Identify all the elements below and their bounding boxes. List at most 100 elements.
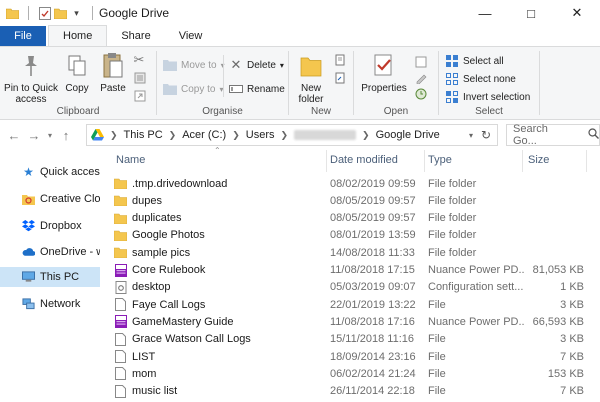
file-size: 1 KB [560,281,584,294]
tab-file[interactable]: File [0,26,46,46]
file-row[interactable]: Faye Call Logs 22/01/2019 13:22 File 3 KB [104,296,600,313]
address-bar[interactable]: ❯ This PC ❯ Acer (C:) ❯ Users ❯ ❯ Google… [86,124,498,146]
file-size: 7 KB [560,350,584,363]
breadcrumb-users[interactable]: Users [246,129,275,141]
paste-icon [102,51,124,81]
file-size [524,227,584,244]
file-row[interactable]: Core Rulebook 11/08/2018 17:15 Nuance Powe… [104,262,600,279]
tab-home[interactable]: Home [48,25,108,46]
file-name: .tmp.drivedownload [132,177,228,190]
column-header-date-modified[interactable]: Date modified [330,150,424,170]
close-button[interactable]: ✕ [554,0,600,26]
paste-button[interactable]: Paste [98,51,128,94]
file-name-cell: desktop [114,279,324,296]
file-type: File folder [428,229,477,242]
file-row[interactable]: GameMastery Guide 11/08/2018 17:16 Nuance … [104,313,600,330]
nav-item-quick-access[interactable]: ★ Quick access [0,162,100,182]
open-dropdown-icon[interactable] [414,55,428,69]
copy-to-button[interactable]: Copy to ▾ [163,81,223,97]
properties-quick-icon[interactable] [38,6,51,20]
creative-cloud-icon [22,193,35,206]
file-row[interactable]: sample pics 14/08/2018 11:33 File folder [104,244,600,261]
maximize-button[interactable]: □ [508,0,554,26]
file-row[interactable]: desktop 05/03/2019 09:07 Configuration set… [104,279,600,296]
file-date: 14/08/2018 11:33 [330,246,415,259]
breadcrumb-username-redacted[interactable] [294,130,357,140]
dropbox-icon [22,220,35,233]
move-to-button[interactable]: Move to ▾ [163,57,225,73]
new-folder-button[interactable]: New folder [293,51,329,105]
file-row[interactable]: mom 06/02/2014 21:24 File 153 KB [104,365,600,382]
customize-dropdown-icon[interactable]: ▾ [70,7,83,20]
properties-icon [373,51,395,81]
file-name: Google Photos [132,229,205,242]
nav-item-this-pc[interactable]: This PC [0,267,100,287]
address-dropdown-icon[interactable]: ▾ [469,131,473,140]
file-date: 18/09/2014 23:16 [330,350,416,363]
file-date: 11/08/2018 17:16 [330,315,415,328]
delete-button[interactable]: ✕ Delete ▾ [229,57,284,73]
minimize-button[interactable]: — [462,0,508,26]
column-header-size[interactable]: Size [528,150,588,170]
file-row[interactable]: music list 26/11/2014 22:18 File 7 KB [104,383,600,400]
nav-item-network[interactable]: Network [0,294,100,314]
nav-item-dropbox[interactable]: Dropbox [0,216,100,236]
new-folder-quick-icon[interactable] [54,7,67,20]
paste-shortcut-icon[interactable] [133,89,147,103]
column-header-type[interactable]: Type [428,150,524,170]
file-name: Core Rulebook [132,264,206,276]
file-size [524,192,584,209]
breadcrumb-google-drive[interactable]: Google Drive [376,129,440,141]
nav-item-creative-cloud[interactable]: Creative Cloud [0,189,100,209]
file-name-cell: Grace Watson Call Logs [114,331,324,348]
cut-icon[interactable]: ✂ [132,52,146,67]
file-size [524,210,584,227]
search-box[interactable]: Search Go... [506,123,600,147]
folder-icon [114,246,127,259]
pdf-icon [114,263,127,277]
edit-icon[interactable] [414,71,428,85]
up-button[interactable]: ↑ [56,128,76,143]
invert-selection-button[interactable]: Invert selection [445,89,530,105]
folder-icon [114,177,127,190]
file-row[interactable]: Grace Watson Call Logs 15/11/2018 11:16 Fi… [104,331,600,348]
window-controls: — □ ✕ [462,0,600,26]
tab-share[interactable]: Share [107,26,164,46]
new-item-icon[interactable] [333,53,347,67]
file-row[interactable]: Google Photos 08/01/2019 13:59 File folder [104,227,600,244]
easy-access-icon[interactable] [333,71,347,85]
copy-path-icon[interactable] [133,71,147,85]
file-type: File folder [428,194,477,207]
breadcrumb-drive[interactable]: Acer (C:) [182,129,226,141]
pin-icon [21,51,41,81]
file-size: 3 KB [560,298,584,311]
pin-to-quick-access-button[interactable]: Pin to Quick access [4,51,58,105]
properties-button[interactable]: Properties [360,51,408,94]
file-type: File [428,350,446,363]
file-name: mom [132,367,157,380]
invert-selection-icon [445,90,459,104]
open-group: Properties Open [354,49,438,119]
forward-button[interactable]: → [24,128,44,143]
recent-locations-icon[interactable]: ▾ [44,131,56,140]
history-icon[interactable] [414,87,428,101]
rename-button[interactable]: Rename [229,81,285,97]
copy-button[interactable]: Copy [62,51,92,94]
file-name: GameMastery Guide [132,315,234,328]
select-none-button[interactable]: Select none [445,71,516,87]
file-row[interactable]: LIST 18/09/2014 23:16 File 7 KB [104,348,600,365]
file-icon [114,384,127,398]
file-row[interactable]: .tmp.drivedownload 08/02/2019 09:59 File f… [104,175,600,192]
tab-view[interactable]: View [165,26,217,46]
select-all-button[interactable]: Select all [445,53,504,69]
nav-item-onedrive[interactable]: OneDrive - wi [0,242,100,262]
file-row[interactable]: dupes 08/05/2019 09:57 File folder [104,192,600,209]
copy-to-icon [163,82,177,96]
refresh-icon[interactable]: ↻ [481,128,491,142]
select-none-icon [445,72,459,86]
file-row[interactable]: duplicates 08/05/2019 09:57 File folder [104,210,600,227]
new-group-label: New [310,106,331,117]
back-button[interactable]: ← [4,128,24,143]
column-header-name[interactable]: Name [116,150,326,170]
breadcrumb-this-pc[interactable]: This PC [124,129,163,141]
